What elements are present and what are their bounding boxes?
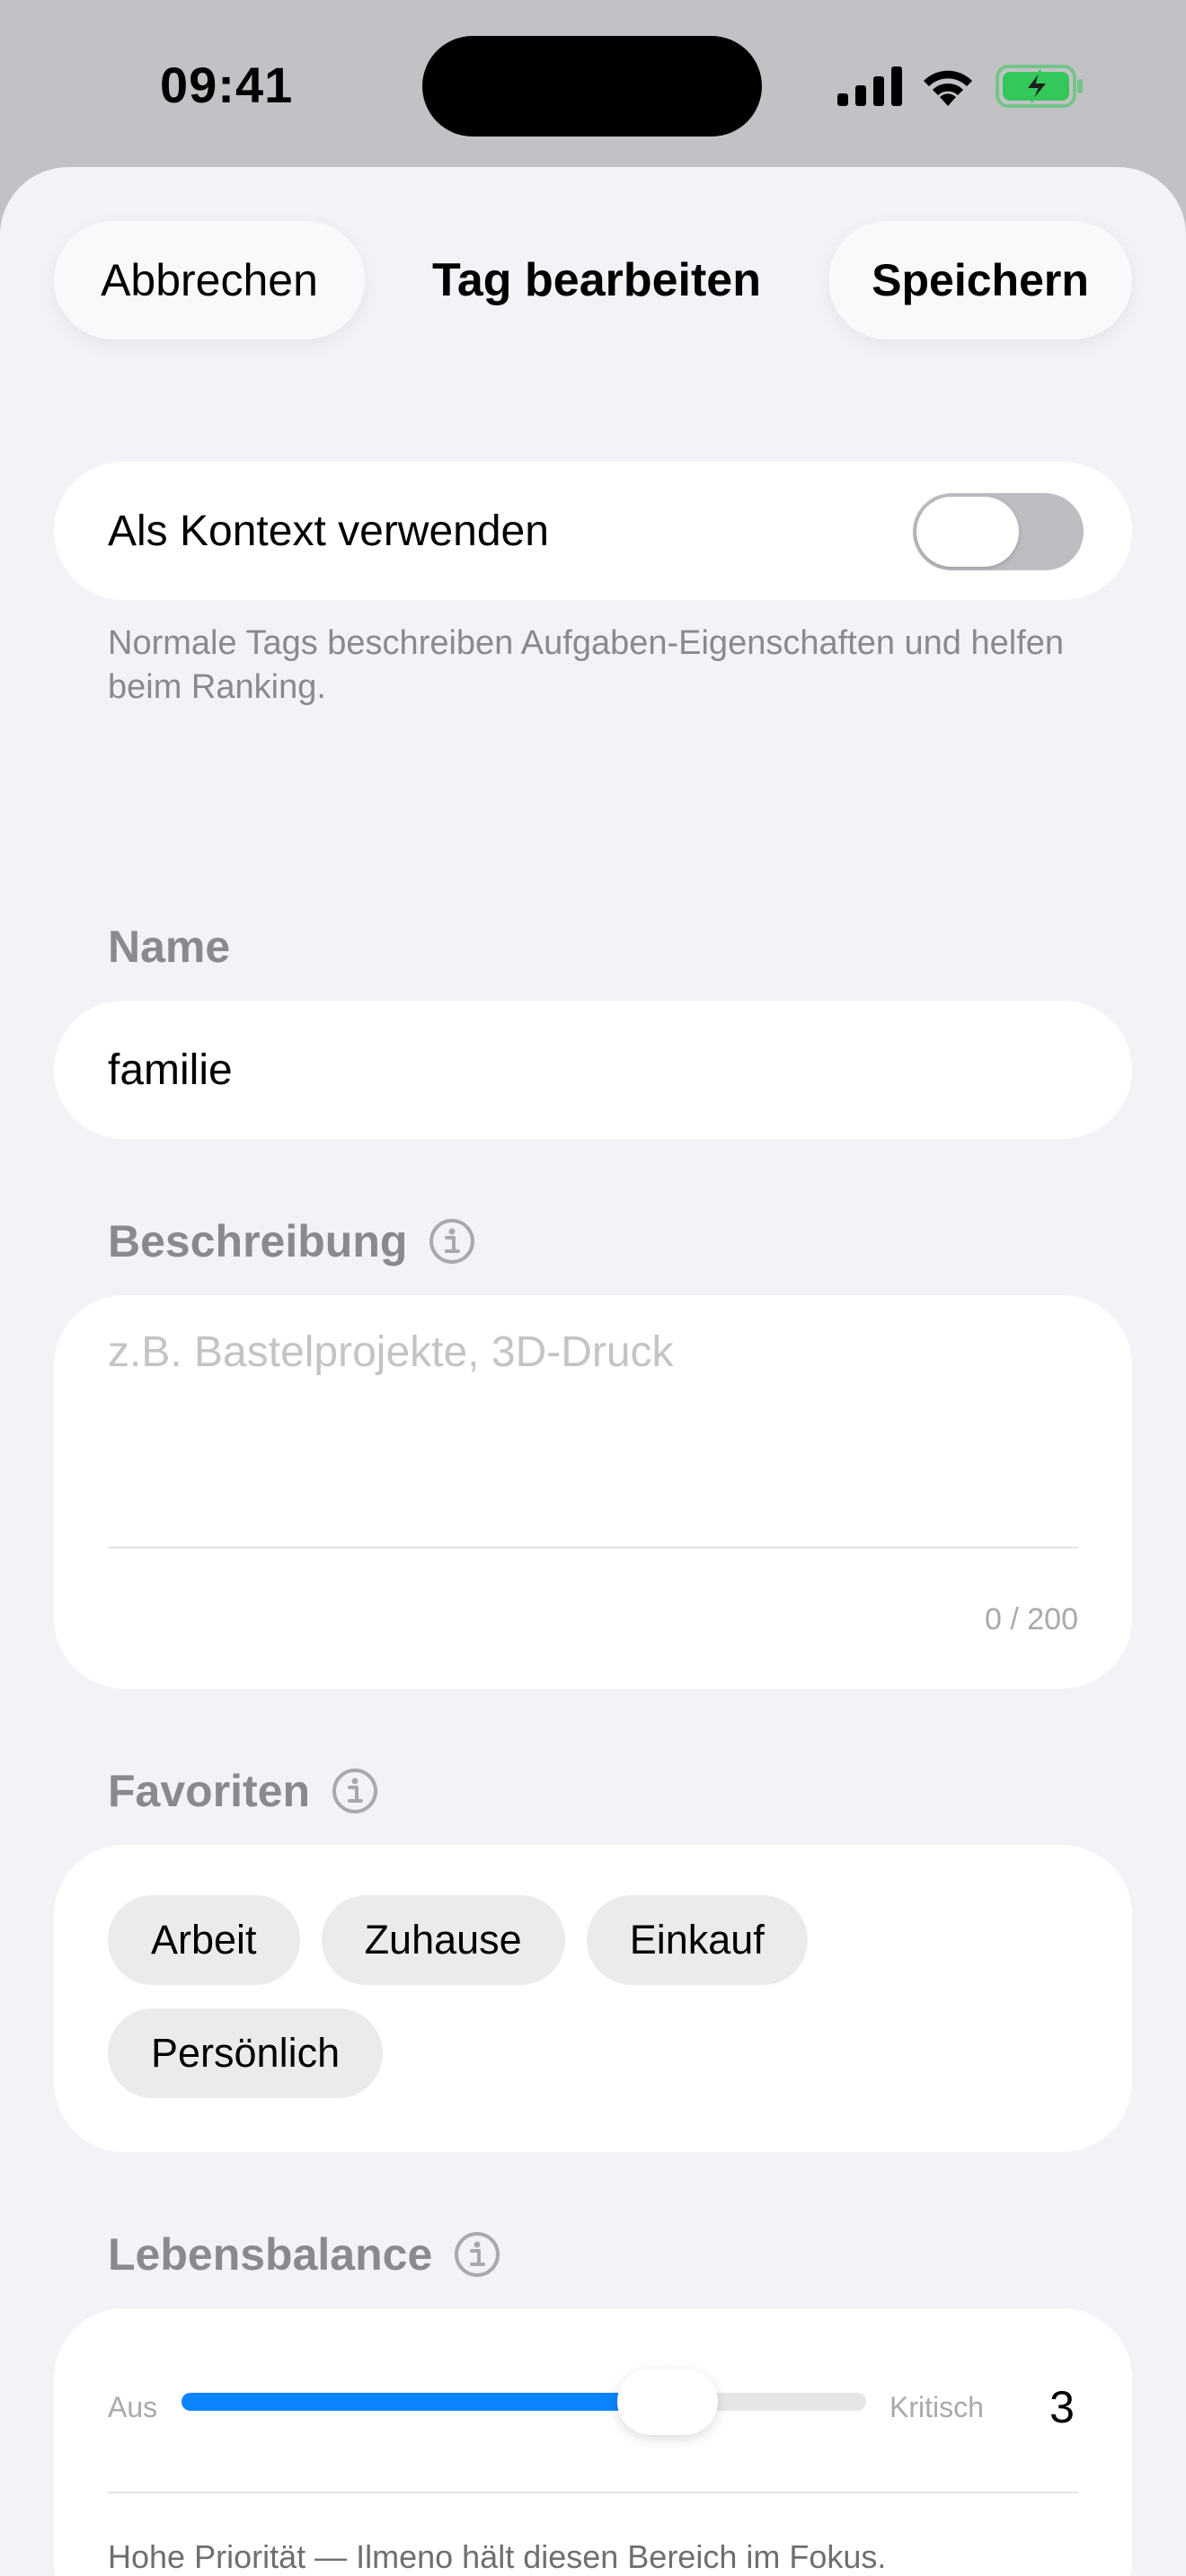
status-icons xyxy=(837,61,1084,111)
favorites-card: Arbeit Zuhause Einkauf Persönlich xyxy=(54,1845,1132,2152)
life-balance-caption: Hohe Priorität — Ilmeno hält diesen Bere… xyxy=(108,2538,887,2575)
status-time: 09:41 xyxy=(160,57,294,113)
life-balance-label-text: Lebensbalance xyxy=(108,2229,433,2280)
life-balance-card: Aus Kritisch 3 Hohe Priorität — Ilmeno h… xyxy=(54,2308,1132,2576)
description-label-text: Beschreibung xyxy=(108,1216,408,1266)
info-icon[interactable] xyxy=(429,1218,475,1265)
context-toggle-row: Als Kontext verwenden xyxy=(54,462,1132,600)
context-toggle-switch[interactable] xyxy=(913,493,1084,570)
favorite-chip-persoenlich[interactable]: Persönlich xyxy=(108,2008,384,2098)
slider-fill xyxy=(181,2393,668,2411)
name-label-text: Name xyxy=(108,922,231,972)
edit-tag-sheet: Abbrechen Tag bearbeiten Speichern Als K… xyxy=(0,167,1186,2576)
favorites-section-label: Favoriten xyxy=(108,1764,378,1818)
favorites-label-text: Favoriten xyxy=(108,1766,311,1816)
life-balance-section-label: Lebensbalance xyxy=(108,2228,500,2281)
context-toggle-label: Als Kontext verwenden xyxy=(108,507,549,555)
info-icon[interactable] xyxy=(454,2231,500,2278)
toggle-knob xyxy=(916,497,1019,567)
info-icon[interactable] xyxy=(332,1768,378,1814)
favorite-chip-zuhause[interactable]: Zuhause xyxy=(321,1895,565,1985)
slider-min-label: Aus xyxy=(108,2391,158,2423)
favorites-chip-list: Arbeit Zuhause Einkauf Persönlich xyxy=(108,1895,1078,2098)
life-balance-slider[interactable] xyxy=(181,2369,866,2435)
favorite-chip-arbeit[interactable]: Arbeit xyxy=(108,1895,300,1985)
description-input[interactable] xyxy=(108,1328,1078,1507)
name-card xyxy=(54,1001,1132,1139)
life-balance-divider xyxy=(108,2492,1078,2493)
slider-max-label: Kritisch xyxy=(890,2391,984,2423)
save-button[interactable]: Speichern xyxy=(828,221,1132,340)
status-bar: 09:41 xyxy=(0,0,1186,167)
battery-charging-icon xyxy=(996,65,1083,108)
description-section-label: Beschreibung xyxy=(108,1214,475,1268)
description-card: 0 / 200 xyxy=(54,1295,1132,1689)
name-input[interactable] xyxy=(108,1001,1078,1139)
character-count: 0 / 200 xyxy=(985,1602,1078,1636)
sheet-title: Tag bearbeiten xyxy=(431,254,761,306)
description-divider xyxy=(108,1547,1078,1548)
cancel-button[interactable]: Abbrechen xyxy=(54,221,365,340)
wifi-icon xyxy=(924,70,972,106)
slider-value: 3 xyxy=(1049,2382,1075,2432)
slider-thumb[interactable] xyxy=(617,2369,719,2435)
cellular-signal-icon xyxy=(837,66,902,106)
name-section-label: Name xyxy=(108,920,230,974)
favorite-chip-einkauf[interactable]: Einkauf xyxy=(586,1895,808,1985)
dynamic-island xyxy=(422,36,762,137)
context-toggle-footnote: Normale Tags beschreiben Aufgaben-Eigens… xyxy=(108,624,1065,706)
